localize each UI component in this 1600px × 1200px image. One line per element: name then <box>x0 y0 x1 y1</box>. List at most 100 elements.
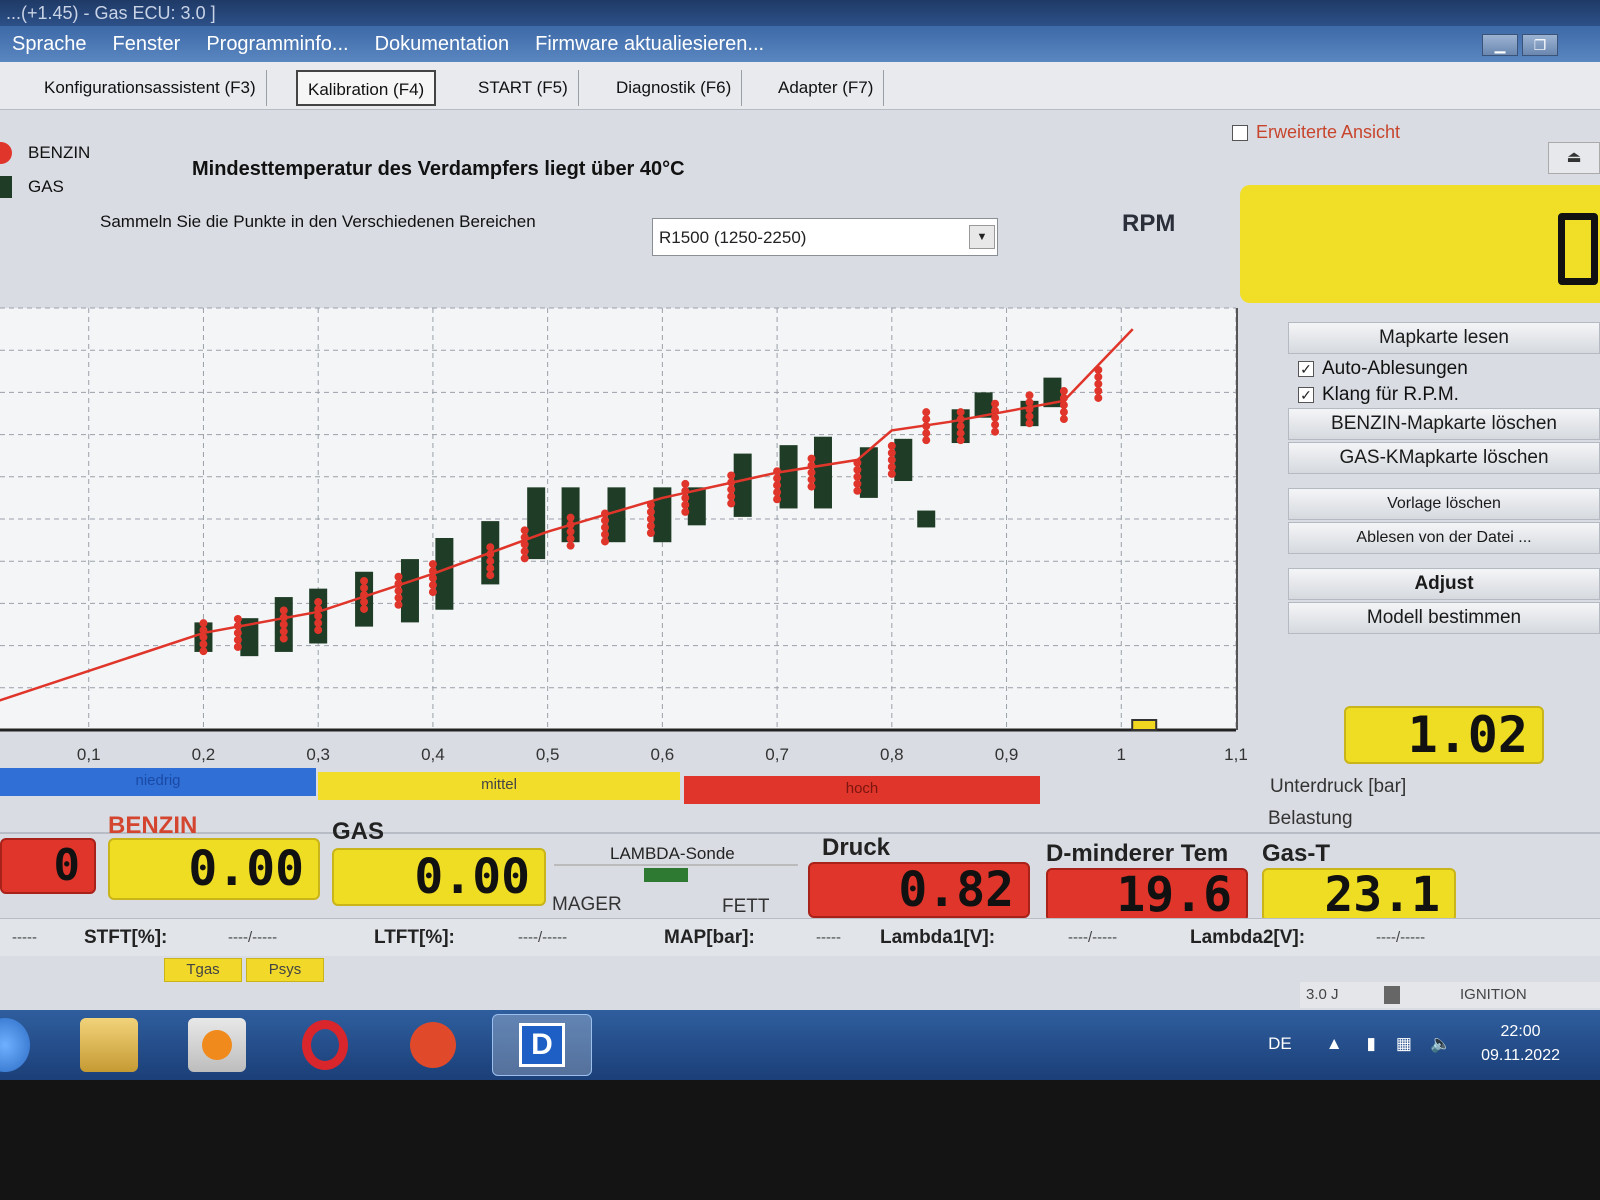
tab-konfigurationsassistent[interactable]: Konfigurationsassistent (F3) <box>34 70 267 106</box>
chevron-down-icon[interactable]: ▼ <box>969 225 995 249</box>
rpm-display <box>1240 185 1600 303</box>
start-orb-icon[interactable] <box>0 1018 30 1072</box>
calibration-chart: 0,1 0,2 0,3 0,4 0,5 0,6 0,7 0,8 0,9 1 1,1 <box>0 307 1248 764</box>
ablesen-datei-button[interactable]: Ablesen von der Datei ... <box>1288 522 1600 554</box>
x-tick-label: 0,4 <box>421 745 445 764</box>
auto-ablesungen-checkbox[interactable]: ✓ Auto-Ablesungen <box>1288 356 1600 382</box>
lambda-indicator <box>644 868 688 882</box>
gas-point <box>894 438 913 482</box>
benzin-point <box>991 406 1000 415</box>
menu-fenster[interactable]: Fenster <box>113 33 181 56</box>
rpm-label: RPM <box>1122 210 1176 237</box>
druck-readout: 0.82 <box>808 862 1030 918</box>
benzin-point <box>1059 408 1068 417</box>
benzin-point <box>773 467 782 476</box>
benzin-mapkarte-loeschen-button[interactable]: BENZIN-Mapkarte löschen <box>1288 408 1600 440</box>
benzin-point <box>1059 415 1068 424</box>
language-indicator[interactable]: DE <box>1268 1034 1292 1054</box>
benzin-point <box>807 475 816 484</box>
clock[interactable]: 22:00 09.11.2022 <box>1481 1020 1560 1068</box>
benzin-point <box>314 605 323 614</box>
benzin-point <box>360 604 369 613</box>
side-panel: Mapkarte lesen ✓ Auto-Ablesungen ✓ Klang… <box>1288 322 1600 636</box>
vorlage-loeschen-button[interactable]: Vorlage löschen <box>1288 488 1600 520</box>
tab-adapter[interactable]: Adapter (F7) <box>768 70 885 106</box>
check-icon[interactable]: ✓ <box>1298 361 1314 377</box>
menu-sprache[interactable]: Sprache <box>12 33 87 56</box>
benzin-point <box>428 560 437 569</box>
benzin-point <box>727 499 736 508</box>
lambda-sonde-label: LAMBDA-Sonde <box>610 844 735 863</box>
app-icon[interactable] <box>404 1018 462 1072</box>
explorer-icon[interactable] <box>80 1018 138 1072</box>
lambda2-label: Lambda2[V]: <box>1190 927 1306 948</box>
rpm-digit <box>1558 213 1598 285</box>
map-label: MAP[bar]: <box>664 927 755 948</box>
dminderer-readout: 19.6 <box>1046 868 1248 922</box>
benzin-point <box>279 606 288 615</box>
system-tray: DE ▲ ▮ ▦ 🔈 22:00 09.11.2022 <box>1268 1020 1560 1068</box>
x-tick-label: 0,5 <box>536 745 560 764</box>
menu-programminfo[interactable]: Programminfo... <box>206 33 348 56</box>
mapkarte-lesen-button[interactable]: Mapkarte lesen <box>1288 322 1600 354</box>
benzin-point <box>1025 398 1034 407</box>
menu-dokumentation[interactable]: Dokumentation <box>375 33 510 56</box>
clock-date: 09.11.2022 <box>1481 1047 1560 1064</box>
tray-expand-icon[interactable]: ▲ <box>1326 1034 1343 1054</box>
erweiterte-ansicht-checkbox[interactable]: Erweiterte Ansicht <box>1232 122 1400 143</box>
checkbox-box[interactable] <box>1232 124 1248 141</box>
opera-ring <box>302 1020 348 1070</box>
volume-icon[interactable]: 🔈 <box>1430 1034 1451 1054</box>
benzin-point <box>956 408 965 417</box>
benzin-point <box>394 579 403 588</box>
d-logo-icon: D <box>519 1023 565 1067</box>
benzin-readout: 0.00 <box>108 838 320 900</box>
media-player-icon[interactable] <box>188 1018 246 1072</box>
eject-icon[interactable]: ⏏ <box>1548 142 1600 174</box>
x-tick-label: 1,1 <box>1224 745 1248 764</box>
modell-bestimmen-button[interactable]: Modell bestimmen <box>1288 602 1600 634</box>
battery-icon[interactable]: ▮ <box>1367 1034 1376 1054</box>
benzin-point <box>853 479 862 488</box>
adjust-button[interactable]: Adjust <box>1288 568 1600 600</box>
rpm-range-select[interactable]: R1500 (1250-2250) ▼ <box>652 218 998 256</box>
gas-mapkarte-loeschen-button[interactable]: GAS-KMapkarte löschen <box>1288 442 1600 474</box>
tab-bar: Konfigurationsassistent (F3) Kalibration… <box>0 62 1600 110</box>
benzin-point <box>314 612 323 621</box>
benzin-point <box>601 516 609 525</box>
benzin-point <box>199 626 208 635</box>
benzin-point <box>773 488 782 497</box>
diagnostic-app-icon[interactable]: D <box>492 1014 592 1076</box>
benzin-point <box>520 533 529 542</box>
psys-tag[interactable]: Psys <box>246 958 324 982</box>
opera-icon[interactable] <box>296 1018 354 1072</box>
benzin-point <box>807 454 816 463</box>
tab-start[interactable]: START (F5) <box>468 70 579 106</box>
menu-firmware[interactable]: Firmware aktualiesieren... <box>535 33 764 56</box>
unterdruck-display: 1.02 <box>1344 706 1544 764</box>
legend-gas: GAS <box>0 170 90 204</box>
stft-value: ----/----- <box>228 929 278 946</box>
gas-point <box>687 487 706 526</box>
erweiterte-ansicht-label: Erweiterte Ansicht <box>1256 122 1401 142</box>
benzin-point <box>922 408 931 417</box>
tgas-tag[interactable]: Tgas <box>164 958 242 982</box>
benzin-point <box>727 485 736 494</box>
benzin-point <box>807 482 816 491</box>
dminderer-label: D-minderer Tem <box>1046 840 1229 867</box>
benzin-point <box>360 583 369 592</box>
benzin-point <box>887 455 896 464</box>
check-icon[interactable]: ✓ <box>1298 387 1314 403</box>
benzin-point <box>681 507 690 516</box>
windows-taskbar: D DE ▲ ▮ ▦ 🔈 22:00 09.11.2022 <box>0 1010 1600 1080</box>
network-icon[interactable]: ▦ <box>1396 1034 1412 1054</box>
tab-kalibration[interactable]: Kalibration (F4) <box>296 70 437 106</box>
menu-bar: Sprache Fenster Programminfo... Dokument… <box>0 26 1600 62</box>
benzin-point <box>428 574 437 583</box>
tab-diagnostik[interactable]: Diagnostik (F6) <box>606 70 743 106</box>
benzin-point <box>486 571 495 580</box>
druck-label: Druck <box>822 834 891 861</box>
minimize-button[interactable]: ▁ <box>1482 34 1518 56</box>
klang-checkbox[interactable]: ✓ Klang für R.P.M. <box>1288 382 1600 408</box>
maximize-button[interactable]: ❐ <box>1522 34 1558 56</box>
